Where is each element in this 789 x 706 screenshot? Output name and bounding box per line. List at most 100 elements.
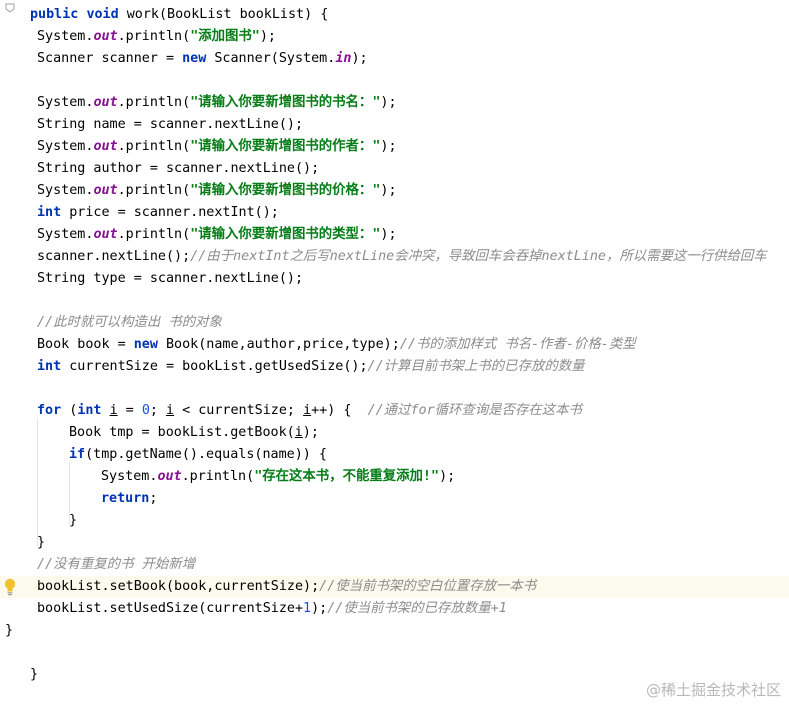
token-field: out: [157, 469, 182, 484]
token-kw: public: [30, 7, 87, 22]
token-cmt: //使当前书架的空白位置存放一本书: [319, 579, 537, 594]
token-p: < currentSize;: [174, 403, 304, 418]
code-line[interactable]: }: [0, 510, 789, 532]
token-kw: int: [77, 403, 110, 418]
code-line[interactable]: System.out.println("请输入你要新增图书的价格：");: [0, 180, 789, 202]
watermark-text: @稀土掘金技术社区: [645, 681, 781, 699]
token-p: System.: [37, 139, 94, 154]
code-line[interactable]: System.out.println("请输入你要新增图书的作者：");: [0, 136, 789, 158]
token-str: "请输入你要新增图书的书名：": [190, 95, 381, 110]
token-field: in: [335, 51, 352, 66]
code-line-text: }: [69, 510, 77, 532]
token-p: );: [351, 51, 368, 66]
code-line[interactable]: String type = scanner.nextLine();: [0, 268, 789, 290]
code-line[interactable]: }: [0, 620, 789, 642]
token-p: Book(name,author,price,type);: [166, 337, 400, 352]
token-p: }: [69, 513, 78, 528]
code-line-text: bookList.setUsedSize(currentSize+1);//使当…: [37, 598, 507, 620]
token-p: System.: [37, 95, 94, 110]
code-line-text: Book book = new Book(name,author,price,t…: [37, 334, 636, 356]
token-field: out: [93, 139, 118, 154]
token-p: String type = scanner.nextLine();: [37, 271, 304, 286]
code-line[interactable]: String author = scanner.nextLine();: [0, 158, 789, 180]
token-str: "存在这本书，不能重复添加!": [254, 469, 440, 484]
code-line[interactable]: public void work(BookList bookList) {: [0, 4, 789, 26]
code-line[interactable]: System.out.println("添加图书");: [0, 26, 789, 48]
code-line-text: int currentSize = bookList.getUsedSize()…: [37, 356, 585, 378]
code-line[interactable]: for (int i = 0; i < currentSize; i++) { …: [0, 400, 789, 422]
token-p: Book book =: [37, 337, 134, 352]
code-line-text: bookList.setBook(book,currentSize);//使当前…: [37, 576, 536, 598]
token-field: out: [93, 227, 118, 242]
token-kw: int: [37, 205, 70, 220]
code-editor[interactable]: public void work(BookList bookList) {Sys…: [0, 0, 789, 706]
code-line[interactable]: [0, 70, 789, 92]
code-line[interactable]: bookList.setUsedSize(currentSize+1);//使当…: [0, 598, 789, 620]
token-p: );: [380, 95, 397, 110]
code-line[interactable]: String name = scanner.nextLine();: [0, 114, 789, 136]
token-p: bookList.setBook(book,currentSize);: [37, 579, 320, 594]
code-line-text: }: [30, 664, 38, 686]
code-line[interactable]: [0, 642, 789, 664]
token-kw: new: [133, 337, 166, 352]
token-field: out: [93, 29, 118, 44]
code-line[interactable]: }: [0, 532, 789, 554]
token-cmt: //此时就可以构造出 书的对象: [37, 315, 222, 330]
token-p: (tmp.getName().equals(name)) {: [85, 447, 327, 462]
token-num: 1: [303, 601, 312, 616]
token-cmt: //由于nextInt之后写nextLine会冲突，导致回车会吞掉nextLin…: [190, 249, 767, 264]
token-cmt: //计算目前书架上书的已存放的数量: [367, 359, 585, 374]
code-line[interactable]: scanner.nextLine();//由于nextInt之后写nextLin…: [0, 246, 789, 268]
code-line[interactable]: //此时就可以构造出 书的对象: [0, 312, 789, 334]
code-line[interactable]: Scanner scanner = new Scanner(System.in)…: [0, 48, 789, 70]
token-p: =: [117, 403, 142, 418]
code-line[interactable]: //没有重复的书 开始新增: [0, 554, 789, 576]
code-line[interactable]: System.out.println("请输入你要新增图书的书名：");: [0, 92, 789, 114]
token-kw: if: [69, 447, 86, 462]
code-line-text: Book tmp = bookList.getBook(i);: [69, 422, 319, 444]
code-line[interactable]: System.out.println("请输入你要新增图书的类型：");: [0, 224, 789, 246]
code-line[interactable]: int currentSize = bookList.getUsedSize()…: [0, 356, 789, 378]
token-str: "请输入你要新增图书的作者：": [190, 139, 381, 154]
token-kw: return: [101, 491, 150, 506]
token-field: out: [93, 183, 118, 198]
code-line[interactable]: if(tmp.getName().equals(name)) {: [0, 444, 789, 466]
token-cmt: //没有重复的书 开始新增: [37, 557, 196, 572]
token-ul: i: [294, 425, 303, 440]
token-kw: void: [86, 7, 127, 22]
code-line-text: System.out.println("请输入你要新增图书的价格：");: [37, 180, 397, 202]
token-p: work(BookList bookList) {: [126, 7, 329, 22]
token-p: String author = scanner.nextLine();: [37, 161, 320, 176]
code-line-text: return;: [101, 488, 157, 510]
code-line-text: scanner.nextLine();//由于nextInt之后写nextLin…: [37, 246, 767, 268]
token-p: );: [259, 29, 276, 44]
code-line-text: Scanner scanner = new Scanner(System.in)…: [37, 48, 368, 70]
token-field: out: [93, 95, 118, 110]
token-p: ;: [149, 491, 158, 506]
token-p: System.: [37, 183, 94, 198]
code-line-text: String author = scanner.nextLine();: [37, 158, 319, 180]
token-cmt: //书的添加样式 书名-作者-价格-类型: [399, 337, 636, 352]
code-line[interactable]: bookList.setBook(book,currentSize);//使当前…: [0, 576, 789, 598]
code-line[interactable]: System.out.println("存在这本书，不能重复添加!");: [0, 466, 789, 488]
lightbulb-icon[interactable]: [4, 578, 16, 596]
code-line[interactable]: [0, 290, 789, 312]
token-p: System.: [37, 227, 94, 242]
code-line-text: //此时就可以构造出 书的对象: [37, 312, 222, 334]
code-line-text: String type = scanner.nextLine();: [37, 268, 303, 290]
code-line[interactable]: return;: [0, 488, 789, 510]
code-line[interactable]: Book tmp = bookList.getBook(i);: [0, 422, 789, 444]
token-p: .println(: [117, 183, 191, 198]
code-line[interactable]: Book book = new Book(name,author,price,t…: [0, 334, 789, 356]
token-p: scanner.nextLine();: [37, 249, 191, 264]
token-str: "请输入你要新增图书的价格：": [190, 183, 381, 198]
token-p: ;: [149, 403, 166, 418]
token-p: ++) {: [311, 403, 368, 418]
code-line[interactable]: int price = scanner.nextInt();: [0, 202, 789, 224]
token-num: 0: [141, 403, 150, 418]
token-p: );: [311, 601, 328, 616]
token-p: Book tmp = bookList.getBook(: [69, 425, 295, 440]
code-line-text: System.out.println("存在这本书，不能重复添加!");: [101, 466, 455, 488]
token-ul: i: [109, 403, 118, 418]
code-line[interactable]: [0, 378, 789, 400]
